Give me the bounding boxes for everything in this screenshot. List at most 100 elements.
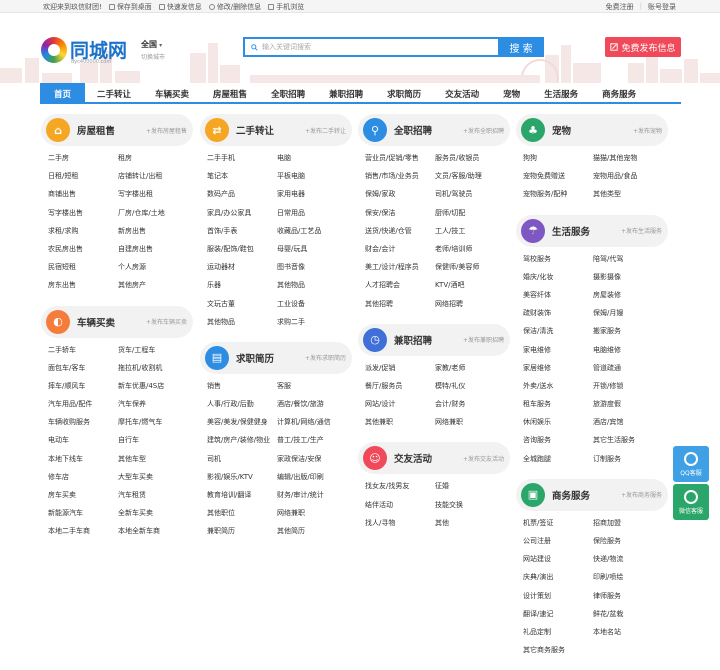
list-item[interactable]: 招商加盟: [593, 517, 663, 535]
list-item[interactable]: 运动器材: [207, 261, 277, 279]
list-item[interactable]: 教育培训/翻译: [207, 489, 277, 507]
list-item[interactable]: 美容纤体: [523, 289, 593, 307]
list-item[interactable]: 编辑/出版/印刷: [277, 471, 347, 489]
city-selector[interactable]: 全国 ▾ 切换城市: [141, 39, 165, 61]
list-item[interactable]: 个人房源: [118, 261, 188, 279]
list-item[interactable]: 司机: [207, 453, 277, 471]
list-item[interactable]: 订制服务: [593, 453, 663, 471]
resume-publish-link[interactable]: +发布求职简历: [305, 353, 346, 362]
list-item[interactable]: 房东出售: [48, 279, 118, 297]
search-button[interactable]: 搜 索: [498, 37, 544, 57]
quick-post-link[interactable]: 快速发信息: [158, 2, 202, 12]
list-item[interactable]: 礼品定制: [523, 626, 593, 644]
list-item[interactable]: 设计策划: [523, 590, 593, 608]
nav-life[interactable]: 生活服务: [532, 83, 590, 104]
list-item[interactable]: 摩托车/燃气车: [118, 416, 188, 434]
list-item[interactable]: 租车服务: [523, 398, 593, 416]
list-item[interactable]: 休闲娱乐: [523, 416, 593, 434]
list-item[interactable]: 其他兼职: [365, 416, 435, 434]
save-desktop-link[interactable]: 保存到桌面: [108, 2, 152, 12]
nav-parttime[interactable]: 兼职招聘: [317, 83, 375, 104]
qq-service-button[interactable]: QQ客服: [673, 446, 709, 482]
list-item[interactable]: 新车优惠/4S店: [118, 380, 188, 398]
pet-publish-link[interactable]: +发布宠物: [633, 126, 662, 135]
list-item[interactable]: 宠物免费赠送: [523, 170, 593, 188]
list-item[interactable]: 厨师/切配: [435, 207, 505, 225]
fulltime-panel-title[interactable]: 全职招聘: [394, 123, 432, 137]
site-logo[interactable]: 同城网 dyc400000.com: [41, 36, 127, 65]
list-item[interactable]: 二手手机: [207, 152, 277, 170]
list-item[interactable]: 外卖/送水: [523, 380, 593, 398]
parttime-panel-title[interactable]: 兼职招聘: [394, 333, 432, 347]
list-item[interactable]: 保险服务: [593, 535, 663, 553]
nav-pet[interactable]: 宠物: [491, 83, 532, 104]
list-item[interactable]: 民宿短租: [48, 261, 118, 279]
house-publish-link[interactable]: +发布房屋租售: [146, 126, 187, 135]
list-item[interactable]: 翻译/速记: [523, 608, 593, 626]
car-publish-link[interactable]: +发布车辆买卖: [146, 317, 187, 326]
list-item[interactable]: 保安/保洁: [365, 207, 435, 225]
list-item[interactable]: 会计/财务: [435, 398, 505, 416]
list-item[interactable]: 母婴/玩具: [277, 243, 347, 261]
list-item[interactable]: 其他职位: [207, 507, 277, 525]
list-item[interactable]: 日租/短租: [48, 170, 118, 188]
list-item[interactable]: 印刷/喷绘: [593, 571, 663, 589]
list-item[interactable]: 客服: [277, 380, 347, 398]
list-item[interactable]: 汽车保养: [118, 398, 188, 416]
list-item[interactable]: 面包车/客车: [48, 362, 118, 380]
list-item[interactable]: 自建房出售: [118, 243, 188, 261]
list-item[interactable]: 老师/培训师: [435, 243, 505, 261]
list-item[interactable]: 店铺转让/出租: [118, 170, 188, 188]
list-item[interactable]: 其他招聘: [365, 298, 435, 316]
list-item[interactable]: 其他简历: [277, 525, 347, 543]
list-item[interactable]: 网站建设: [523, 553, 593, 571]
list-item[interactable]: 汽车租赁: [118, 489, 188, 507]
car-panel-title[interactable]: 车辆买卖: [77, 315, 115, 329]
list-item[interactable]: 其他车型: [118, 453, 188, 471]
list-item[interactable]: 技能交换: [435, 499, 505, 517]
list-item[interactable]: 送货/快递/仓管: [365, 225, 435, 243]
list-item[interactable]: 收藏品/工艺品: [277, 225, 347, 243]
list-item[interactable]: 本地名站: [593, 626, 663, 644]
life-panel-title[interactable]: 生活服务: [552, 224, 590, 238]
list-item[interactable]: 财会/会计: [365, 243, 435, 261]
list-item[interactable]: 厂房/仓库/土地: [118, 207, 188, 225]
list-item[interactable]: 农民房出售: [48, 243, 118, 261]
list-item[interactable]: 保姆/家政: [365, 188, 435, 206]
life-publish-link[interactable]: +发布生活服务: [621, 226, 662, 235]
list-item[interactable]: 酒店/餐饮/旅游: [277, 398, 347, 416]
list-item[interactable]: 租房: [118, 152, 188, 170]
edit-delete-link[interactable]: 修改/删除信息: [208, 2, 261, 12]
list-item[interactable]: 普工/技工/生产: [277, 434, 347, 452]
pet-panel-title[interactable]: 宠物: [552, 123, 571, 137]
list-item[interactable]: 网络招聘: [435, 298, 505, 316]
search-input[interactable]: 输入关键词搜索: [243, 37, 498, 57]
mobile-link[interactable]: 手机浏览: [268, 2, 304, 12]
list-item[interactable]: 公司注册: [523, 535, 593, 553]
nav-car[interactable]: 车辆买卖: [143, 83, 201, 104]
list-item[interactable]: 其它生活服务: [593, 434, 663, 452]
list-item[interactable]: 本地全新车商: [118, 525, 188, 543]
list-item[interactable]: 全城跑腿: [523, 453, 593, 471]
business-publish-link[interactable]: +发布商务服务: [621, 490, 662, 499]
list-item[interactable]: 保洁/清洗: [523, 325, 593, 343]
list-item[interactable]: 兼职简历: [207, 525, 277, 543]
list-item[interactable]: 工人/技工: [435, 225, 505, 243]
list-item[interactable]: 首饰/手表: [207, 225, 277, 243]
list-item[interactable]: 家电维修: [523, 344, 593, 362]
list-item[interactable]: 笔记本: [207, 170, 277, 188]
list-item[interactable]: 拖拉机/收割机: [118, 362, 188, 380]
list-item[interactable]: 派发/促销: [365, 362, 435, 380]
list-item[interactable]: 新房出售: [118, 225, 188, 243]
dating-panel-title[interactable]: 交友活动: [394, 451, 432, 465]
list-item[interactable]: 数码产品: [207, 188, 277, 206]
nav-dating[interactable]: 交友活动: [433, 83, 491, 104]
list-item[interactable]: 找人/寻物: [365, 517, 435, 535]
list-item[interactable]: 人才招聘会: [365, 279, 435, 297]
list-item[interactable]: 陪驾/代驾: [593, 253, 663, 271]
list-item[interactable]: 结伴活动: [365, 499, 435, 517]
list-item[interactable]: 猫猫/其他宠物: [593, 152, 663, 170]
list-item[interactable]: 征婚: [435, 480, 505, 498]
list-item[interactable]: 摔车/顺风车: [48, 380, 118, 398]
list-item[interactable]: 搬家服务: [593, 325, 663, 343]
